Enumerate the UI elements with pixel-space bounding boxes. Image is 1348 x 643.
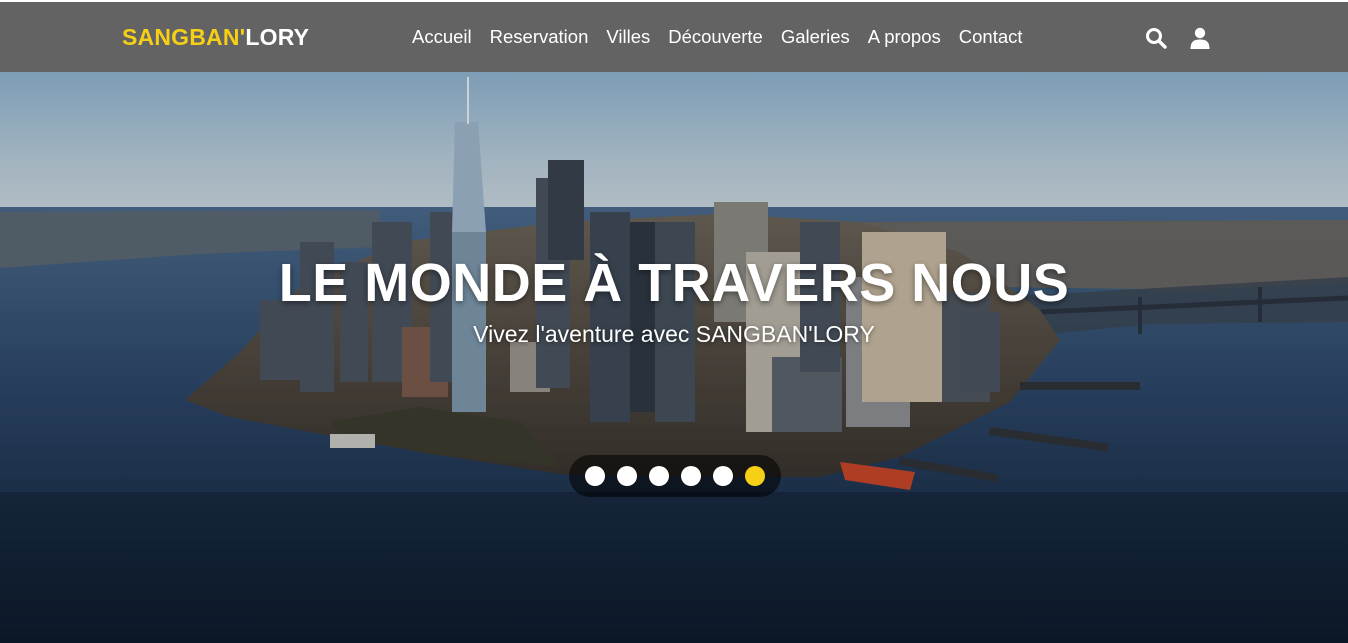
hero-subtitle: Vivez l'aventure avec SANGBAN'LORY	[473, 321, 875, 347]
carousel-dot-4[interactable]	[681, 466, 701, 486]
brand-logo[interactable]: SANGBAN'LORY	[122, 24, 309, 51]
brand-part1: SANGBAN'	[122, 24, 246, 50]
hero-banner: LE MONDE À TRAVERS NOUS Vivez l'aventure…	[0, 72, 1348, 643]
nav-item-reservation[interactable]: Reservation	[490, 26, 589, 48]
nav-item-villes[interactable]: Villes	[606, 26, 650, 48]
carousel-dot-3[interactable]	[649, 466, 669, 486]
header-icons	[1145, 27, 1211, 49]
nav-item-a-propos[interactable]: A propos	[868, 26, 941, 48]
city-skyline-background	[0, 72, 1348, 643]
user-icon[interactable]	[1189, 27, 1211, 49]
brand-part2: LORY	[245, 24, 310, 50]
nav-item-decouverte[interactable]: Découverte	[668, 26, 763, 48]
carousel-dot-1[interactable]	[585, 466, 605, 486]
carousel-dot-6-active[interactable]	[745, 466, 765, 486]
carousel-dot-2[interactable]	[617, 466, 637, 486]
search-icon[interactable]	[1145, 27, 1167, 49]
carousel-indicators	[569, 455, 781, 497]
top-navbar: SANGBAN'LORY Accueil Reservation Villes …	[0, 0, 1348, 72]
hero-title: LE MONDE À TRAVERS NOUS	[278, 253, 1070, 313]
nav-item-accueil[interactable]: Accueil	[412, 26, 472, 48]
page: SANGBAN'LORY Accueil Reservation Villes …	[0, 0, 1348, 643]
carousel-dot-5[interactable]	[713, 466, 733, 486]
nav-item-galeries[interactable]: Galeries	[781, 26, 850, 48]
main-nav: Accueil Reservation Villes Découverte Ga…	[412, 26, 1023, 48]
nav-item-contact[interactable]: Contact	[959, 26, 1023, 48]
